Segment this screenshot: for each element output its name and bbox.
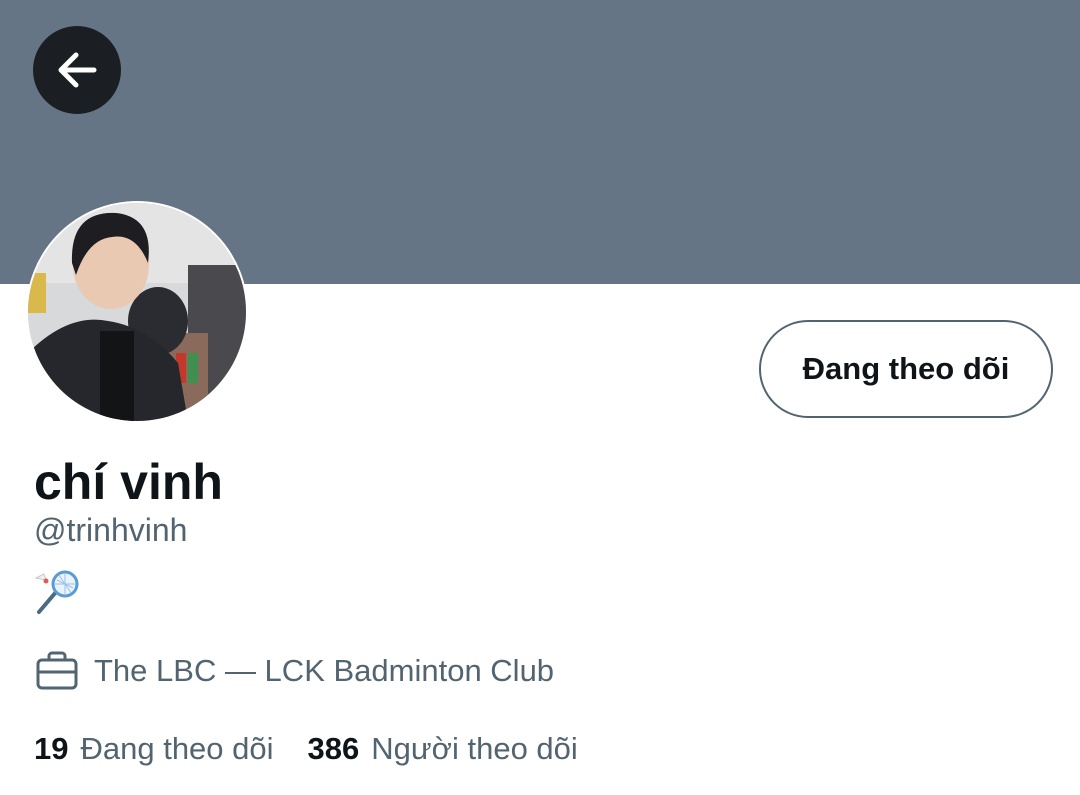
display-name: chí vinh <box>34 454 223 510</box>
followers-stat[interactable]: 386 Người theo dõi <box>308 731 578 767</box>
followers-count: 386 <box>307 731 360 766</box>
following-label: Đang theo dõi <box>80 731 274 766</box>
follow-stats: 19 Đang theo dõi 386 Người theo dõi <box>34 728 578 770</box>
following-count: 19 <box>34 731 69 766</box>
profession-text: The LBC — LCK Badminton Club <box>94 653 555 688</box>
avatar-photo <box>28 203 246 421</box>
username-handle: @trinhvinh <box>34 512 188 548</box>
avatar[interactable] <box>26 201 248 423</box>
briefcase-icon <box>34 648 80 694</box>
following-stat[interactable]: 19 Đang theo dõi <box>34 731 274 767</box>
back-button[interactable] <box>33 26 121 114</box>
profession-row: The LBC — LCK Badminton Club <box>34 648 554 694</box>
following-button[interactable]: Đang theo dõi <box>759 320 1053 418</box>
profile-page: Đang theo dõi chí vinh @trinhvinh The LB… <box>0 0 1080 795</box>
badminton-icon <box>34 570 80 616</box>
arrow-left-icon <box>58 52 97 88</box>
followers-label: Người theo dõi <box>371 731 578 766</box>
